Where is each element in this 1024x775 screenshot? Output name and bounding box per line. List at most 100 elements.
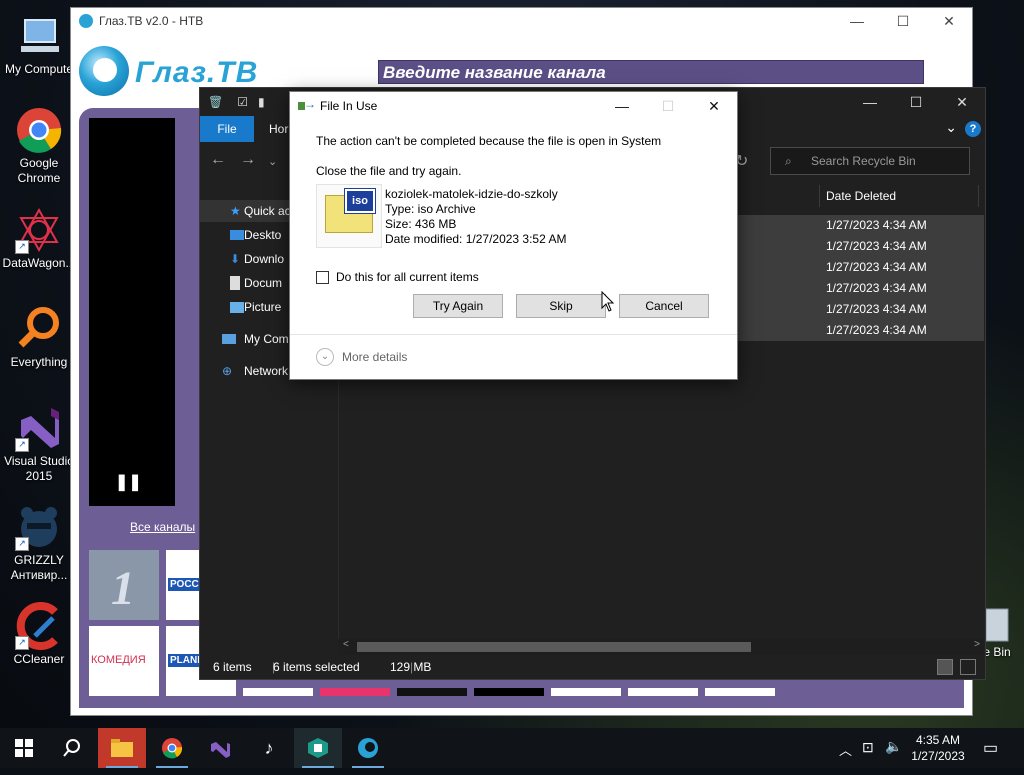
star-icon: ★ [230,204,241,218]
taskbar-clock[interactable]: 4:35 AM 1/27/2023 [906,732,970,764]
dialog-titlebar: File In Use — ☐ ✕ [290,92,737,120]
more-details-toggle[interactable]: ⌄ More details [316,348,407,366]
search-icon [63,739,80,757]
status-bar: 6 items | 6 items selected 129 MB | [200,655,985,679]
everything-search-icon [15,305,63,353]
desktop-icon-visual-studio[interactable]: ↗ Visual Studio 2015 [0,404,78,484]
desktop-icon-ccleaner[interactable]: ↗ CCleaner [0,602,78,667]
channel-tile[interactable] [320,688,390,696]
channel-tile[interactable] [628,688,698,696]
close-button[interactable]: ✕ [926,13,972,30]
channel-tile-1[interactable]: 1 [89,550,159,620]
close-button[interactable]: ✕ [939,94,985,111]
channel-tile[interactable] [705,688,775,696]
status-divider: | [410,660,414,674]
taskbar-file-explorer[interactable] [98,728,146,768]
taskbar-visual-studio[interactable] [196,728,244,768]
desktop-icon-everything[interactable]: Everything [0,305,78,370]
mouse-cursor-icon [601,291,615,312]
chevron-down-icon: ⌄ [316,348,334,366]
channel-tile[interactable] [474,688,544,696]
show-hidden-icons-icon[interactable]: ︿ [839,740,852,759]
ccleaner-icon: ↗ [15,602,63,650]
taskbar-search-button[interactable] [48,728,96,768]
horizontal-scrollbar[interactable]: < > [339,639,984,655]
network-icon[interactable]: ⊡ [862,739,874,756]
desktop-icon-grizzly[interactable]: ↗ GRIZZLY Антивир... [0,503,78,583]
notification-icon[interactable]: ▭ [983,738,998,758]
computer-icon [15,12,63,60]
file-info: koziolek-matolek-idzie-do-szkoly Type: i… [385,187,566,247]
minimize-button[interactable]: — [834,13,880,30]
datawagon-icon: ↗ [15,206,63,254]
channel-tile[interactable] [397,688,467,696]
grizzly-antivirus-icon: ↗ [15,503,63,551]
search-icon: ⌕ [785,154,792,168]
file-in-use-dialog: File In Use — ☐ ✕ The action can't be co… [289,91,738,380]
video-player[interactable]: ❚❚ [89,118,175,506]
file-name: koziolek-matolek-idzie-do-szkoly [385,187,558,201]
volume-icon[interactable]: 🔈 [885,738,902,755]
dialog-divider [290,334,737,335]
tab-file[interactable]: File [200,116,254,142]
minimize-button[interactable]: — [599,98,645,115]
skip-button[interactable]: Skip [516,294,606,318]
try-again-button[interactable]: Try Again [413,294,503,318]
forward-arrow-icon[interactable]: → [240,151,256,169]
scrollbar-thumb[interactable] [357,642,751,652]
dialog-instruction: Close the file and try again. [316,164,462,178]
start-button[interactable] [0,728,48,768]
chrome-icon [15,106,63,154]
maximize-button[interactable]: ☐ [880,13,926,30]
computer-icon [222,334,236,344]
chevron-down-icon[interactable]: ⌄ [945,119,957,136]
desktop-icon-my-computer[interactable]: My Compute [0,12,78,77]
search-input[interactable]: ⌕ Search Recycle Bin [770,147,970,175]
close-button[interactable]: ✕ [691,98,737,115]
column-header-date-deleted[interactable]: Date Deleted [819,185,979,207]
recycle-bin-small-icon: 🗑 [208,95,224,109]
channel-tile[interactable] [243,688,313,696]
desktop-icon-datawagon[interactable]: ↗ DataWagon... [0,206,78,271]
status-selected: 6 items selected [273,660,360,674]
cancel-button[interactable]: Cancel [619,294,709,318]
desktop-icon [230,230,244,240]
maximize-button[interactable]: ☐ [893,94,939,111]
channel-tile-komedia[interactable]: КОМЕДИЯ [89,626,159,696]
details-view-icon[interactable] [937,659,953,675]
new-folder-icon[interactable]: ▮ [258,95,265,109]
start-icon [15,739,33,757]
large-icons-view-icon[interactable] [960,659,976,675]
app-icon [308,738,328,758]
checkbox-label: Do this for all current items [336,270,479,284]
channel-search-input[interactable]: Введите название канала [378,60,924,84]
scroll-left-icon[interactable]: < [343,639,349,650]
dialog-title: File In Use [320,99,378,113]
help-icon[interactable]: ? [965,121,981,137]
recent-locations-icon[interactable]: ⌄ [268,155,277,168]
taskbar-glaz-tv[interactable] [344,728,392,768]
tab-home[interactable]: Hor [269,116,288,142]
all-channels-link[interactable]: Все каналы [130,520,195,534]
file-type: Type: iso Archive [385,202,476,216]
channel-tile[interactable] [551,688,621,696]
apply-to-all-checkbox[interactable]: Do this for all current items [316,270,479,284]
back-arrow-icon[interactable]: ← [210,151,226,169]
file-date-modified: Date modified: 1/27/2023 3:52 AM [385,232,567,246]
taskbar-app[interactable] [294,728,342,768]
minimize-button[interactable]: — [847,94,893,111]
file-size: Size: 436 MB [385,217,457,231]
properties-icon[interactable]: ☑ [237,95,248,109]
clock-date: 1/27/2023 [911,749,965,763]
taskbar-chrome[interactable] [148,728,196,768]
pause-icon[interactable]: ❚❚ [115,472,142,492]
desktop-icon-google-chrome[interactable]: Google Chrome [0,106,78,186]
taskbar-tiktok[interactable]: ♪ [245,728,293,768]
recycle-bin-icon [982,605,1012,643]
checkbox-box[interactable] [316,270,329,284]
scroll-right-icon[interactable]: > [974,639,980,650]
download-icon: ⬇ [230,252,241,266]
file-explorer-icon [111,739,133,757]
glaz-logo-icon [79,46,129,96]
dialog-message: The action can't be completed because th… [316,134,662,148]
